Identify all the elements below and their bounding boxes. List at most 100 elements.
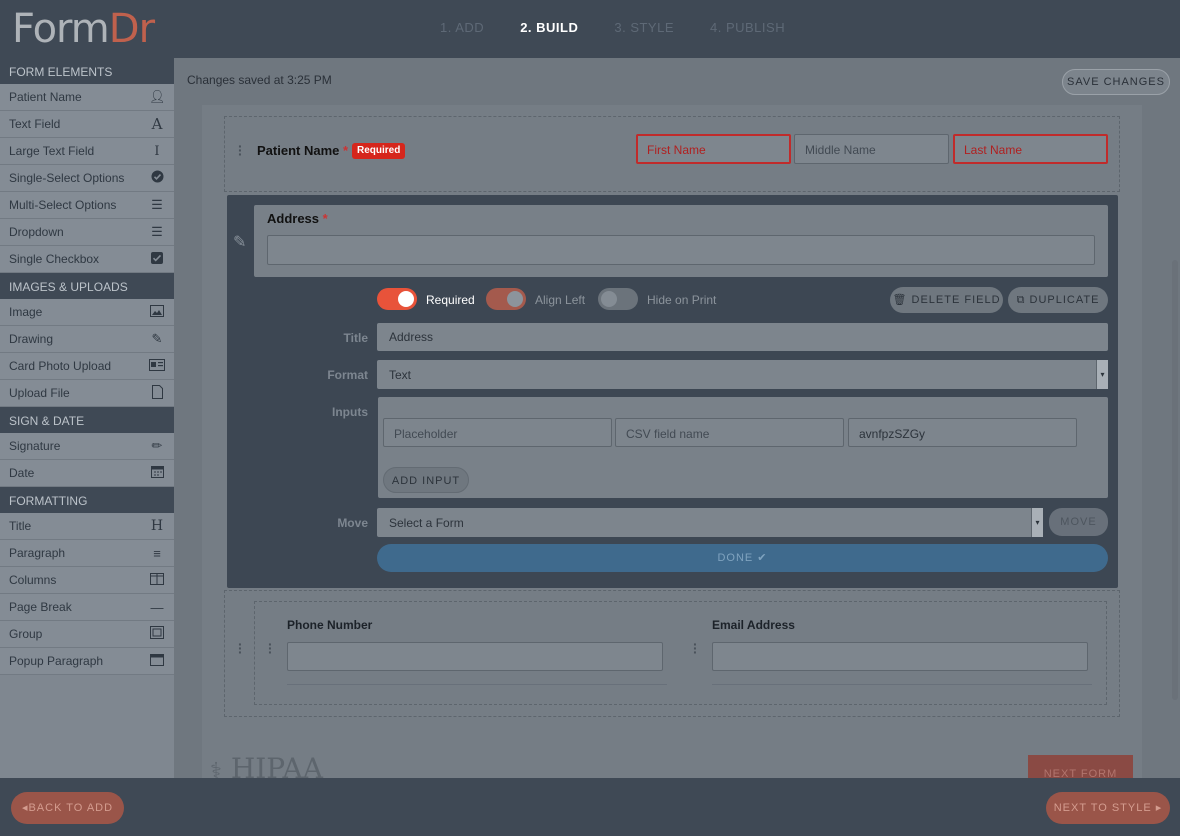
sidebar-item-card-photo-upload[interactable]: Card Photo Upload	[0, 353, 174, 380]
step-nav: 1. ADD 2. BUILD 3. STYLE 4. PUBLISH	[440, 20, 785, 35]
section-form-elements: FORM ELEMENTS	[0, 58, 174, 84]
section-formatting: FORMATTING	[0, 487, 174, 513]
delete-field-button[interactable]: 🗑︎ DELETE FIELD	[890, 287, 1003, 313]
sidebar-item-dropdown[interactable]: Dropdown ☰	[0, 219, 174, 246]
email-address-label: Email Address	[712, 618, 795, 632]
drag-handle-icon[interactable]: · · ·	[238, 139, 243, 161]
saved-status: Changes saved at 3:25 PM	[187, 73, 332, 87]
sidebar-item-image[interactable]: Image	[0, 299, 174, 326]
sidebar-item-popup-paragraph[interactable]: Popup Paragraph	[0, 648, 174, 675]
list-icon: ☰	[151, 197, 163, 212]
hide-on-print-toggle[interactable]	[598, 288, 638, 310]
address-input[interactable]	[267, 235, 1095, 265]
placeholder-input[interactable]: Placeholder	[383, 418, 612, 447]
sidebar-item-paragraph[interactable]: Paragraph ≡	[0, 540, 174, 567]
drag-handle-icon[interactable]: · · ·	[268, 637, 273, 659]
sidebar-item-text-field[interactable]: Text Field A	[0, 111, 174, 138]
group-icon	[149, 626, 165, 642]
edit-icon: ✎	[151, 331, 163, 346]
sidebar-item-date[interactable]: Date	[0, 460, 174, 487]
sidebar-item-patient-name[interactable]: Patient Name 👤︎	[0, 84, 174, 111]
copy-icon: ⧉	[1016, 294, 1030, 306]
last-name-input[interactable]: Last Name	[953, 134, 1108, 164]
id-card-icon	[149, 358, 165, 374]
email-address-input[interactable]	[712, 642, 1088, 671]
step-publish[interactable]: 4. PUBLISH	[710, 20, 785, 35]
required-toggle-label: Required	[426, 293, 475, 307]
address-label: Address *	[267, 211, 328, 226]
user-icon: 👤︎	[149, 89, 166, 104]
checkbox-icon	[149, 251, 165, 267]
title-label: Title	[343, 331, 368, 345]
sidebar-item-signature[interactable]: Signature ✏︎	[0, 433, 174, 460]
section-sign-date: SIGN & DATE	[0, 407, 174, 433]
columns-icon	[149, 572, 165, 588]
format-select[interactable]: Text ▾	[377, 360, 1108, 389]
heading-icon: H	[150, 518, 164, 534]
required-toggle[interactable]	[377, 288, 417, 310]
pencil-icon: ✏︎	[151, 438, 163, 453]
save-changes-button[interactable]: SAVE CHANGES	[1062, 69, 1170, 95]
step-build[interactable]: 2. BUILD	[520, 20, 578, 35]
chevron-down-icon: ▾	[1031, 508, 1043, 537]
move-button[interactable]: MOVE	[1049, 508, 1108, 536]
title-input[interactable]: Address	[377, 323, 1108, 351]
list-icon: ☰	[151, 224, 163, 239]
phone-number-input[interactable]	[287, 642, 663, 671]
next-to-style-button[interactable]: NEXT TO STYLE ▸	[1046, 792, 1170, 824]
check-circle-icon	[149, 170, 165, 186]
csv-field-name-input[interactable]: CSV field name	[615, 418, 844, 447]
section-images-uploads: IMAGES & UPLOADS	[0, 273, 174, 299]
scrollbar[interactable]	[1172, 260, 1178, 700]
top-bar: FormDr 1. ADD 2. BUILD 3. STYLE 4. PUBLI…	[0, 0, 1180, 58]
sidebar-item-upload-file[interactable]: Upload File	[0, 380, 174, 407]
inputs-label: Inputs	[332, 405, 368, 419]
image-icon	[149, 304, 165, 320]
drag-handle-icon[interactable]: · · ·	[693, 637, 698, 659]
sidebar-item-drawing[interactable]: Drawing ✎	[0, 326, 174, 353]
align-left-toggle-label: Align Left	[535, 293, 586, 307]
sidebar-item-title[interactable]: Title H	[0, 513, 174, 540]
format-label: Format	[327, 368, 368, 382]
sidebar-item-columns[interactable]: Columns	[0, 567, 174, 594]
inputs-area	[378, 397, 1108, 498]
sidebar-item-single-checkbox[interactable]: Single Checkbox	[0, 246, 174, 273]
sidebar: FORM ELEMENTS Patient Name 👤︎ Text Field A…	[0, 58, 174, 778]
drag-handle-icon[interactable]: · · ·	[238, 637, 243, 659]
done-button[interactable]: DONE ✔	[377, 544, 1108, 572]
step-style[interactable]: 3. STYLE	[614, 20, 674, 35]
letter-a-icon: A	[151, 115, 163, 133]
align-left-icon: ≡	[153, 545, 161, 561]
pdf-file-icon	[149, 384, 165, 402]
divider	[287, 684, 667, 685]
minus-icon: —	[150, 599, 164, 615]
edit-icon[interactable]: ✎	[233, 232, 246, 252]
step-add[interactable]: 1. ADD	[440, 20, 484, 35]
sidebar-item-large-text-field[interactable]: Large Text Field I	[0, 138, 174, 165]
calendar-icon	[149, 465, 165, 481]
patient-name-label: Patient Name *	[257, 143, 349, 158]
back-to-add-button[interactable]: ◂BACK TO ADD	[11, 792, 124, 824]
sidebar-item-single-select[interactable]: Single-Select Options	[0, 165, 174, 192]
move-label: Move	[337, 516, 368, 530]
sidebar-item-multi-select[interactable]: Multi-Select Options ☰	[0, 192, 174, 219]
bottom-bar: ◂BACK TO ADD NEXT TO STYLE ▸	[0, 778, 1180, 836]
logo[interactable]: FormDr	[12, 6, 155, 52]
window-icon	[149, 653, 165, 669]
add-input-button[interactable]: ADD INPUT	[383, 467, 469, 493]
duplicate-button[interactable]: ⧉ DUPLICATE	[1008, 287, 1108, 313]
text-cursor-icon: I	[154, 143, 160, 159]
required-badge: Required	[352, 143, 406, 159]
next-form-button[interactable]: NEXT FORM	[1028, 755, 1133, 778]
align-left-toggle[interactable]	[486, 288, 526, 310]
middle-name-input[interactable]: Middle Name	[794, 134, 949, 164]
input-id-field[interactable]: avnfpzSZGy	[848, 418, 1077, 447]
move-form-select[interactable]: Select a Form ▾	[377, 508, 1043, 537]
hide-on-print-label: Hide on Print	[647, 293, 717, 307]
trash-icon: 🗑︎	[892, 294, 912, 306]
first-name-input[interactable]: First Name	[636, 134, 791, 164]
divider	[712, 684, 1092, 685]
sidebar-item-page-break[interactable]: Page Break —	[0, 594, 174, 621]
phone-number-label: Phone Number	[287, 618, 373, 632]
sidebar-item-group[interactable]: Group	[0, 621, 174, 648]
